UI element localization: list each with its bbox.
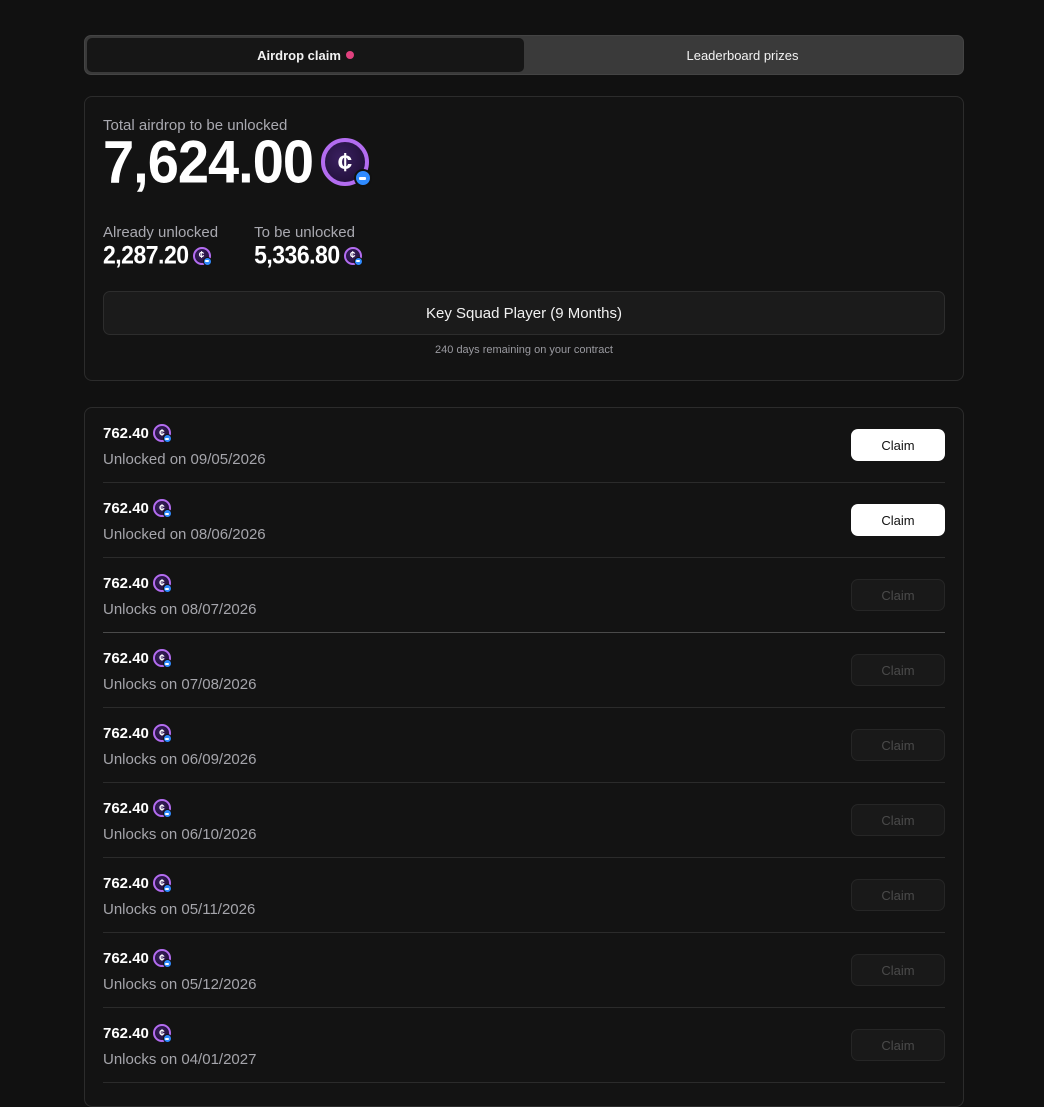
coin-icon: ¢ <box>152 424 172 443</box>
list-item: 762.40 ¢ Unlocks on 08/07/2026 Claim <box>103 558 945 633</box>
list-item: 762.40 ¢ Unlocks on 06/10/2026 Claim <box>103 783 945 858</box>
airdrop-panel: Airdrop claim Leaderboard prizes Total a… <box>84 35 964 1107</box>
unlock-schedule-list: 762.40 ¢ Unlocked on 09/05/2026 Claim 762.40… <box>84 407 964 1107</box>
coin-icon: ¢ <box>152 499 172 518</box>
tab-leaderboard-prizes[interactable]: Leaderboard prizes <box>524 38 961 72</box>
coin-icon: ¢ <box>192 246 212 266</box>
coin-icon: ¢ <box>152 724 172 743</box>
to-be-unlocked-value: 5,336.80 <box>254 240 340 270</box>
list-item: 762.40 ¢ Unlocks on 05/12/2026 Claim <box>103 933 945 1008</box>
tab-label: Airdrop claim <box>257 47 341 63</box>
unlock-date: Unlocks on 06/10/2026 <box>103 826 257 843</box>
unlock-date: Unlocks on 05/11/2026 <box>103 901 256 918</box>
coin-icon: ¢ <box>343 246 363 266</box>
unlock-date: Unlocks on 08/07/2026 <box>103 601 257 618</box>
coin-icon: ¢ <box>152 874 172 893</box>
tab-label: Leaderboard prizes <box>686 47 799 63</box>
contract-button[interactable]: Key Squad Player (9 Months) <box>103 291 945 335</box>
list-item: 762.40 ¢ Unlocked on 08/06/2026 Claim <box>103 483 945 558</box>
claim-button[interactable]: Claim <box>851 579 945 611</box>
unlock-date: Unlocks on 05/12/2026 <box>103 976 257 993</box>
unlock-amount: 762.40 <box>103 799 149 817</box>
notification-dot <box>345 51 354 59</box>
unlock-date: Unlocks on 07/08/2026 <box>103 676 257 693</box>
coin-icon: ¢ <box>152 649 172 668</box>
claim-button[interactable]: Claim <box>851 879 945 911</box>
claim-button[interactable]: Claim <box>851 429 945 461</box>
unlock-amount: 762.40 <box>103 874 149 892</box>
unlock-date: Unlocked on 08/06/2026 <box>103 526 266 543</box>
to-be-unlocked-label: To be unlocked <box>254 224 355 241</box>
unlock-amount: 762.40 <box>103 1024 149 1042</box>
list-item: 762.40 ¢ Unlocked on 09/05/2026 Claim <box>103 408 945 483</box>
unlock-amount: 762.40 <box>103 499 149 517</box>
already-unlocked-value: 2,287.20 <box>103 240 189 270</box>
claim-button[interactable]: Claim <box>851 654 945 686</box>
coin-icon: ¢ <box>152 1024 172 1043</box>
unlock-date: Unlocks on 04/01/2027 <box>103 1051 257 1068</box>
unlock-amount: 762.40 <box>103 424 149 442</box>
airdrop-summary-card: Total airdrop to be unlocked 7,624.00 ¢ … <box>84 96 964 381</box>
list-item: 762.40 ¢ Unlocks on 04/01/2027 Claim <box>103 1008 945 1083</box>
claim-button[interactable]: Claim <box>851 504 945 536</box>
unlock-amount: 762.40 <box>103 949 149 967</box>
already-unlocked-label: Already unlocked <box>103 224 219 241</box>
unlock-date: Unlocks on 06/09/2026 <box>103 751 257 768</box>
claim-button[interactable]: Claim <box>851 729 945 761</box>
coin-icon: ¢ <box>152 574 172 593</box>
tab-airdrop-claim[interactable]: Airdrop claim <box>87 38 524 72</box>
coin-icon: ¢ <box>152 799 172 818</box>
total-airdrop-value: 7,624.00 <box>103 127 314 196</box>
to-be-unlocked-stat: To be unlocked 5,336.80 ¢ <box>254 224 363 270</box>
tab-bar: Airdrop claim Leaderboard prizes <box>84 35 964 75</box>
unlock-date: Unlocked on 09/05/2026 <box>103 451 266 468</box>
list-item: 762.40 ¢ Unlocks on 06/09/2026 Claim <box>103 708 945 783</box>
contract-remaining-note: 240 days remaining on your contract <box>435 344 613 356</box>
unlock-amount: 762.40 <box>103 574 149 592</box>
unlock-amount: 762.40 <box>103 724 149 742</box>
coin-icon: ¢ <box>152 949 172 968</box>
claim-button[interactable]: Claim <box>851 954 945 986</box>
list-item: 762.40 ¢ Unlocks on 05/11/2026 Claim <box>103 858 945 933</box>
claim-button[interactable]: Claim <box>851 804 945 836</box>
list-item: 762.40 ¢ Unlocks on 07/08/2026 Claim <box>103 633 945 708</box>
claim-button[interactable]: Claim <box>851 1029 945 1061</box>
already-unlocked-stat: Already unlocked 2,287.20 ¢ <box>103 224 218 269</box>
coin-icon: ¢ <box>320 138 372 187</box>
unlock-amount: 762.40 <box>103 649 149 667</box>
